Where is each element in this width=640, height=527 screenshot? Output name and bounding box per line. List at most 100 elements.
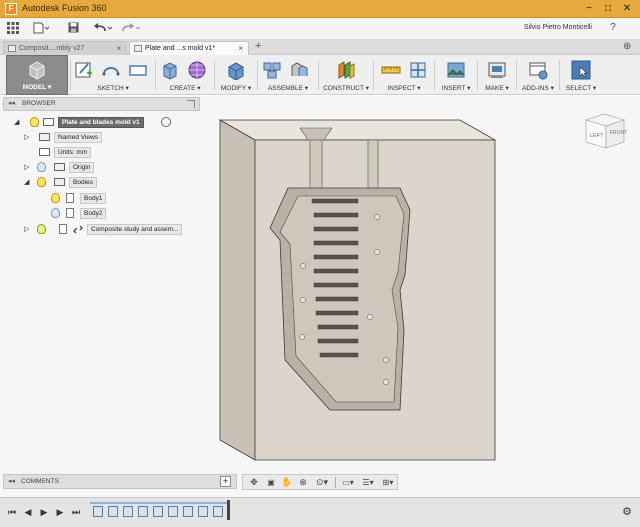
step-forward-icon[interactable]: ▶	[54, 506, 66, 519]
timeline-marker[interactable]	[227, 500, 230, 520]
grid-snaps-icon[interactable]: ☰▾	[359, 477, 377, 488]
construct-label: CONSTRUCT ▾	[323, 85, 369, 92]
close-tab-icon[interactable]: ×	[116, 42, 121, 55]
tree-label: Bodies	[69, 177, 97, 188]
sketch-group[interactable]: SKETCH ▾	[72, 55, 154, 95]
tree-node-body2[interactable]: Body2	[38, 208, 128, 219]
close-button[interactable]: ✕	[620, 2, 634, 15]
viewcube[interactable]: LEFT FRONT	[582, 110, 628, 150]
select-group[interactable]: SELECT ▾	[561, 55, 601, 95]
make-group[interactable]: MAKE ▾	[479, 55, 515, 95]
go-to-end-icon[interactable]: ⏭	[70, 506, 82, 519]
undo-icon[interactable]	[92, 22, 116, 36]
sketch-label: SKETCH ▾	[97, 85, 129, 92]
expand-arrow-icon[interactable]: ◢	[24, 178, 29, 186]
add-comment-icon[interactable]: +	[220, 476, 231, 487]
display-settings-icon[interactable]: ▭▾	[339, 477, 357, 488]
timeline-settings-gear-icon[interactable]: ⚙	[620, 506, 634, 519]
file-menu-icon[interactable]	[32, 22, 50, 36]
root-label[interactable]: Plate and blades mold v1	[58, 117, 144, 128]
close-tab-icon[interactable]: ×	[238, 42, 243, 55]
tree-node-origin[interactable]: ▷ Origin	[24, 162, 134, 173]
visibility-bulb-icon[interactable]	[51, 208, 60, 218]
redo-icon[interactable]	[120, 22, 144, 36]
timeline-feature[interactable]	[213, 506, 223, 517]
create-sketch-icon	[75, 62, 92, 78]
visibility-bulb-icon[interactable]	[37, 177, 46, 187]
modify-label: MODIFY ▾	[220, 85, 252, 92]
orbit-icon[interactable]: ✥	[246, 477, 262, 488]
timeline-feature[interactable]	[93, 506, 103, 517]
insert-group[interactable]: INSERT ▾	[436, 55, 476, 95]
new-tab-button[interactable]: +	[255, 40, 261, 52]
browser-panel-header[interactable]: ◂◂ BROWSER	[3, 97, 200, 111]
create-group[interactable]: CREATE ▾	[157, 55, 213, 95]
visibility-bulb-icon[interactable]	[37, 224, 46, 234]
ribbon-toolbar: MODEL ▾ SKETCH ▾ CREATE ▾ MODIFY ▾ ASSEM…	[0, 55, 640, 95]
activate-radio-icon[interactable]	[161, 117, 171, 127]
expand-arrow-icon[interactable]: ◢	[14, 118, 19, 126]
step-back-icon[interactable]: ◀	[22, 506, 34, 519]
quick-access-toolbar: Silvio Pietro Monticelli ?	[0, 18, 640, 40]
timeline-feature[interactable]	[138, 506, 148, 517]
save-icon[interactable]	[66, 22, 80, 36]
assemble-group[interactable]: ASSEMBLE ▾	[259, 55, 317, 95]
collapse-panel-icon[interactable]: ◂◂	[8, 99, 15, 107]
fit-zoom-icon[interactable]: ⊙▾	[312, 477, 332, 488]
modify-group[interactable]: MODIFY ▾	[216, 55, 256, 95]
timeline-feature[interactable]	[108, 506, 118, 517]
tab-plate-mold[interactable]: Plate and ...s mold v1* ×	[129, 41, 249, 55]
tab-composite-assembly[interactable]: Composit....mbly v27 ×	[3, 41, 127, 55]
play-icon[interactable]: ▶	[38, 506, 50, 519]
press-pull-icon	[228, 62, 244, 80]
tree-node-named-views[interactable]: ▷ Named Views	[24, 132, 134, 143]
comments-panel[interactable]: ◂◂ COMMENTS +	[3, 474, 237, 489]
tree-node-bodies[interactable]: ◢ Bodies	[24, 177, 134, 188]
user-name[interactable]: Silvio Pietro Monticelli	[524, 24, 592, 31]
sketch-rectangle-icon	[129, 65, 147, 76]
go-to-start-icon[interactable]: ⏮	[6, 506, 18, 519]
tree-label: Units: mm	[54, 147, 92, 158]
timeline-feature[interactable]	[123, 506, 133, 517]
workspace-switcher[interactable]: MODEL ▾	[6, 55, 68, 95]
tree-node-composite-link[interactable]: ▷ Composite study and assem...	[24, 224, 199, 235]
expand-comments-icon[interactable]: ◂◂	[8, 477, 15, 485]
link-icon	[73, 225, 83, 234]
tree-node-root[interactable]: ◢ Plate and blades mold v1	[14, 117, 184, 128]
help-button[interactable]: ?	[606, 21, 620, 35]
data-panel-grid-icon[interactable]	[6, 22, 20, 36]
tree-node-body1[interactable]: Body1	[38, 193, 128, 204]
zoom-icon[interactable]: ⊕	[296, 477, 310, 488]
minimize-button[interactable]: −	[582, 2, 596, 15]
toolbar-divider	[318, 60, 319, 90]
maximize-button[interactable]: □	[601, 2, 615, 15]
timeline-feature[interactable]	[153, 506, 163, 517]
tree-label: Body1	[80, 193, 107, 204]
pin-panel-icon[interactable]	[187, 100, 195, 108]
expand-arrow-icon[interactable]: ▷	[24, 163, 29, 171]
document-node-icon	[43, 118, 54, 126]
add-ins-label: ADD-INS ▾	[522, 85, 554, 92]
timeline-feature[interactable]	[198, 506, 208, 517]
toolbar-divider	[434, 60, 435, 90]
tab-label: Composit....mbly v27	[19, 45, 85, 52]
look-at-icon[interactable]: ▣	[264, 477, 278, 488]
timeline-feature[interactable]	[183, 506, 193, 517]
window-title: Autodesk Fusion 360	[22, 3, 107, 13]
mold-top-face	[218, 119, 497, 141]
viewports-icon[interactable]: ⊞▾	[379, 477, 397, 488]
add-ins-group[interactable]: ADD-INS ▾	[518, 55, 558, 95]
timeline-feature[interactable]	[168, 506, 178, 517]
toolbar-divider	[257, 60, 258, 90]
expand-arrow-icon[interactable]: ▷	[24, 225, 29, 233]
tree-node-units[interactable]: Units: mm	[24, 147, 134, 158]
inspect-group[interactable]: INSPECT ▾	[375, 55, 433, 95]
construct-group[interactable]: CONSTRUCT ▾	[320, 55, 372, 95]
folder-icon	[54, 163, 65, 171]
visibility-bulb-icon[interactable]	[51, 193, 60, 203]
visibility-bulb-icon[interactable]	[30, 117, 39, 127]
visibility-bulb-icon[interactable]	[37, 162, 46, 172]
tab-overflow-icon[interactable]: ⊕	[623, 41, 631, 52]
pan-hand-icon[interactable]: ✋	[280, 477, 294, 488]
expand-arrow-icon[interactable]: ▷	[24, 133, 29, 141]
